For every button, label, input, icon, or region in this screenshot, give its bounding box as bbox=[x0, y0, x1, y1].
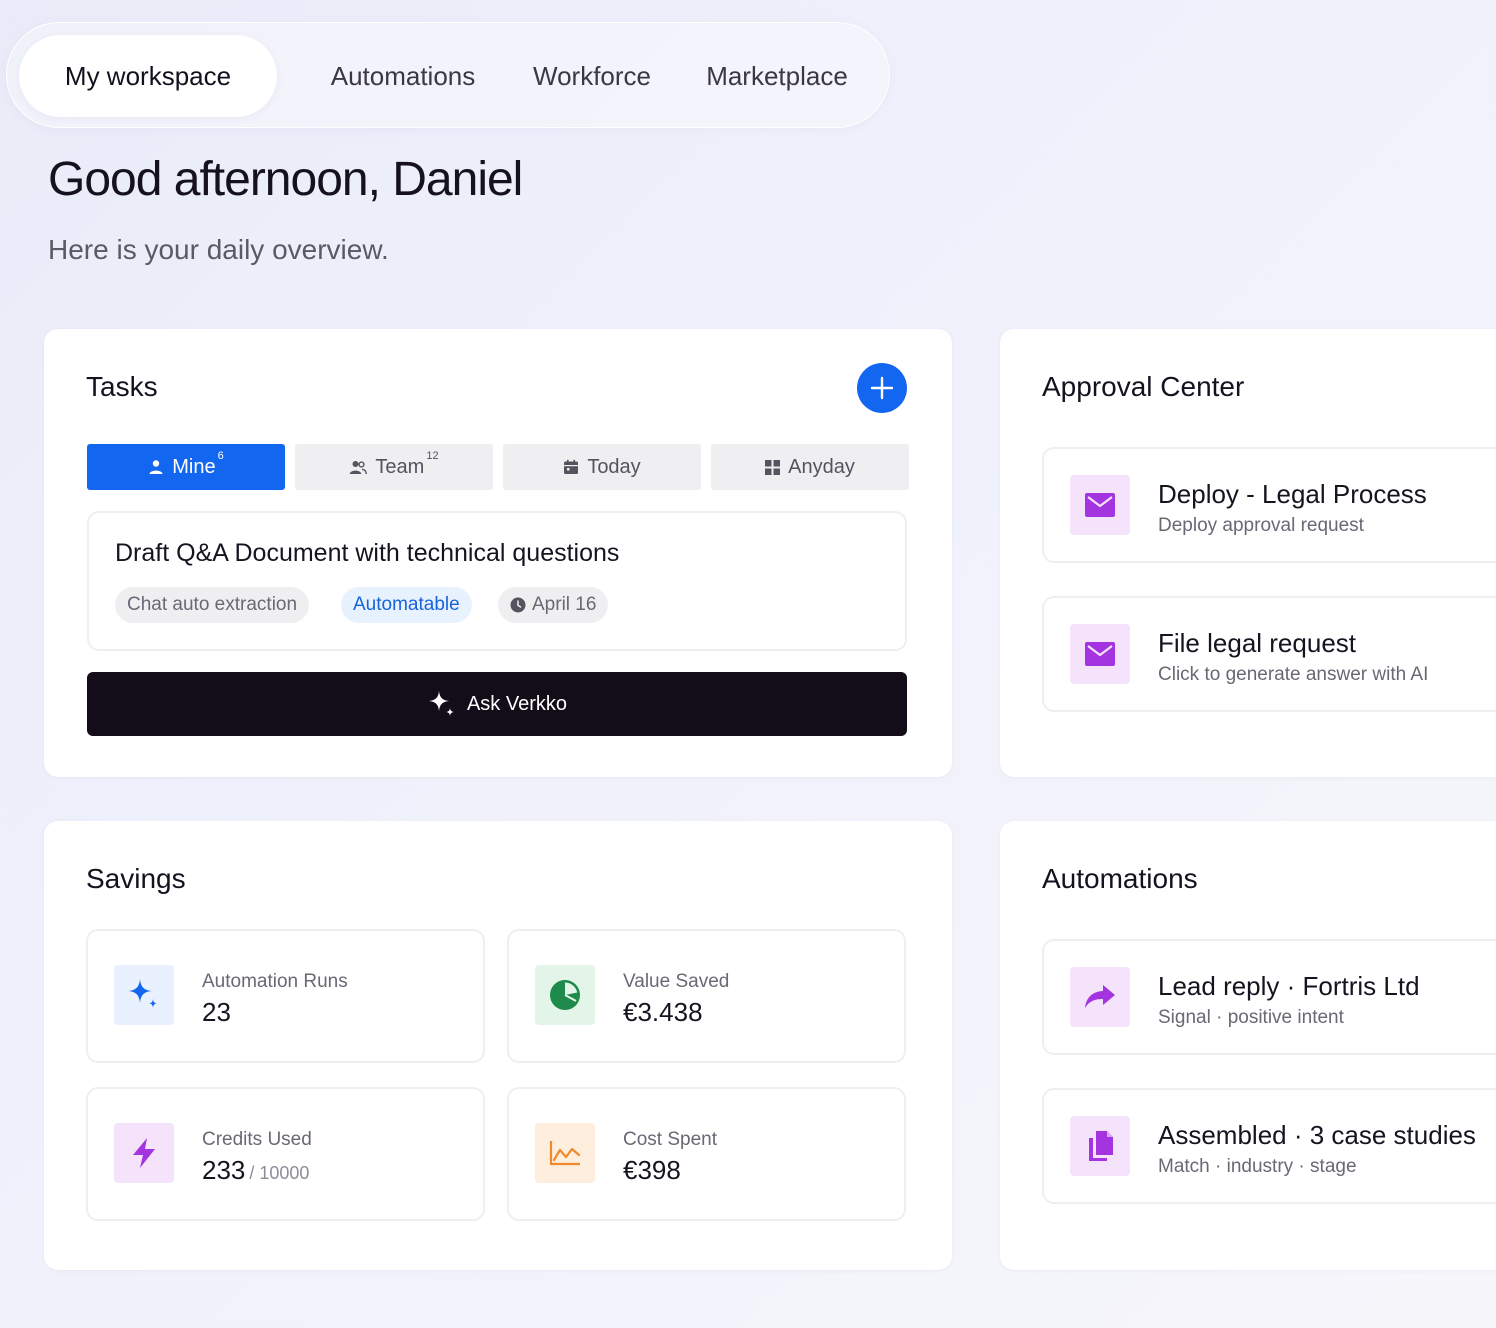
stat-icon-box bbox=[114, 1123, 174, 1183]
bolt-icon bbox=[133, 1138, 155, 1168]
automation-item-subtitle: Signal · positive intent bbox=[1158, 1007, 1344, 1028]
automations-card: Automations Lead reply · Fortris Ltd Sig… bbox=[1000, 821, 1496, 1270]
automation-item-case-studies[interactable]: Assembled · 3 case studies Match · indus… bbox=[1042, 1088, 1496, 1204]
tab-workforce[interactable]: Workforce bbox=[517, 35, 667, 117]
stat-icon-box bbox=[114, 965, 174, 1025]
pie-chart-icon bbox=[550, 980, 580, 1010]
stat-icon-box bbox=[535, 965, 595, 1025]
automation-item-icon-box bbox=[1070, 1116, 1130, 1176]
credits-limit: / 10000 bbox=[249, 1163, 310, 1183]
grid-icon bbox=[765, 459, 781, 475]
page-subtitle: Here is your daily overview. bbox=[48, 234, 389, 265]
tag-automatable: Automatable bbox=[341, 587, 472, 623]
filter-mine-label: Mine bbox=[172, 455, 216, 478]
filter-anyday-label: Anyday bbox=[788, 455, 855, 478]
stat-value: €3.438 bbox=[623, 997, 703, 1027]
user-icon bbox=[149, 460, 163, 474]
approval-center-card: Approval Center Deploy - Legal Process D… bbox=[1000, 329, 1496, 777]
approval-item-deploy-legal[interactable]: Deploy - Legal Process Deploy approval r… bbox=[1042, 447, 1496, 563]
stat-credits-used: Credits Used 233/ 10000 bbox=[86, 1087, 485, 1221]
approval-item-title: Deploy - Legal Process bbox=[1158, 479, 1427, 509]
due-date: April 16 bbox=[532, 594, 597, 615]
filter-today[interactable]: Today bbox=[503, 444, 701, 490]
ask-verkko-button[interactable]: Ask Verkko bbox=[87, 672, 907, 736]
sparkle-icon bbox=[428, 691, 454, 716]
stat-value-saved: Value Saved €3.438 bbox=[507, 929, 906, 1063]
automation-item-subtitle: Match · industry · stage bbox=[1158, 1156, 1357, 1177]
sparkle-icon bbox=[128, 979, 157, 1008]
due-date-chip: April 16 bbox=[498, 587, 609, 623]
stat-value: 23 bbox=[202, 997, 231, 1027]
tab-marketplace[interactable]: Marketplace bbox=[687, 35, 867, 117]
stat-label: Automation Runs bbox=[202, 971, 348, 992]
automation-item-lead-reply[interactable]: Lead reply · Fortris Ltd Signal · positi… bbox=[1042, 939, 1496, 1055]
clock-icon bbox=[510, 597, 526, 613]
filter-mine[interactable]: Mine 6 bbox=[87, 444, 285, 490]
tab-my-workspace[interactable]: My workspace bbox=[19, 35, 277, 117]
approval-item-title: File legal request bbox=[1158, 628, 1356, 658]
filter-team[interactable]: Team 12 bbox=[295, 444, 493, 490]
stat-cost-spent: Cost Spent €398 bbox=[507, 1087, 906, 1221]
task-title: Draft Q&A Document with technical questi… bbox=[115, 539, 620, 567]
automation-item-icon-box bbox=[1070, 967, 1130, 1027]
savings-title: Savings bbox=[86, 863, 186, 894]
task-item[interactable]: Draft Q&A Document with technical questi… bbox=[87, 511, 907, 651]
stat-value: €398 bbox=[623, 1155, 681, 1185]
add-task-button[interactable] bbox=[857, 363, 907, 413]
automation-item-title: Assembled · 3 case studies bbox=[1158, 1120, 1476, 1150]
automations-title: Automations bbox=[1042, 863, 1198, 894]
mail-icon bbox=[1085, 642, 1115, 666]
stat-value: 233/ 10000 bbox=[202, 1155, 309, 1186]
line-chart-icon bbox=[549, 1141, 581, 1166]
tasks-card: Tasks Mine 6 Team 12 Today Anyday Draft … bbox=[44, 329, 952, 777]
tag-chat-auto-extraction: Chat auto extraction bbox=[115, 587, 310, 623]
mail-icon bbox=[1085, 493, 1115, 517]
filter-mine-count: 6 bbox=[217, 449, 224, 462]
calendar-icon bbox=[564, 459, 579, 474]
documents-icon bbox=[1089, 1131, 1113, 1161]
tasks-title: Tasks bbox=[86, 371, 158, 402]
approval-item-subtitle: Click to generate answer with AI bbox=[1158, 664, 1429, 685]
stat-automation-runs: Automation Runs 23 bbox=[86, 929, 485, 1063]
approval-item-icon-box bbox=[1070, 624, 1130, 684]
filter-team-count: 12 bbox=[426, 449, 439, 462]
approval-center-title: Approval Center bbox=[1042, 371, 1245, 402]
automation-item-title: Lead reply · Fortris Ltd bbox=[1158, 971, 1420, 1001]
approval-item-file-legal[interactable]: File legal request Click to generate ans… bbox=[1042, 596, 1496, 712]
users-icon bbox=[350, 461, 368, 475]
plus-icon bbox=[870, 376, 894, 400]
page-title: Good afternoon, Daniel bbox=[48, 153, 523, 206]
top-nav: My workspace Automations Workforce Marke… bbox=[6, 22, 890, 128]
approval-item-icon-box bbox=[1070, 475, 1130, 535]
stat-label: Credits Used bbox=[202, 1129, 312, 1150]
credits-used-value: 233 bbox=[202, 1155, 246, 1185]
filter-team-label: Team bbox=[375, 455, 425, 478]
tab-automations[interactable]: Automations bbox=[307, 35, 499, 117]
filter-today-label: Today bbox=[587, 455, 641, 478]
savings-card: Savings Automation Runs 23 Value Saved €… bbox=[44, 821, 952, 1270]
stat-icon-box bbox=[535, 1123, 595, 1183]
stat-label: Value Saved bbox=[623, 971, 730, 992]
ask-verkko-label: Ask Verkko bbox=[466, 692, 568, 715]
filter-anyday[interactable]: Anyday bbox=[711, 444, 909, 490]
share-arrow-icon bbox=[1085, 985, 1115, 1008]
approval-item-subtitle: Deploy approval request bbox=[1158, 515, 1364, 536]
stat-label: Cost Spent bbox=[623, 1129, 717, 1150]
